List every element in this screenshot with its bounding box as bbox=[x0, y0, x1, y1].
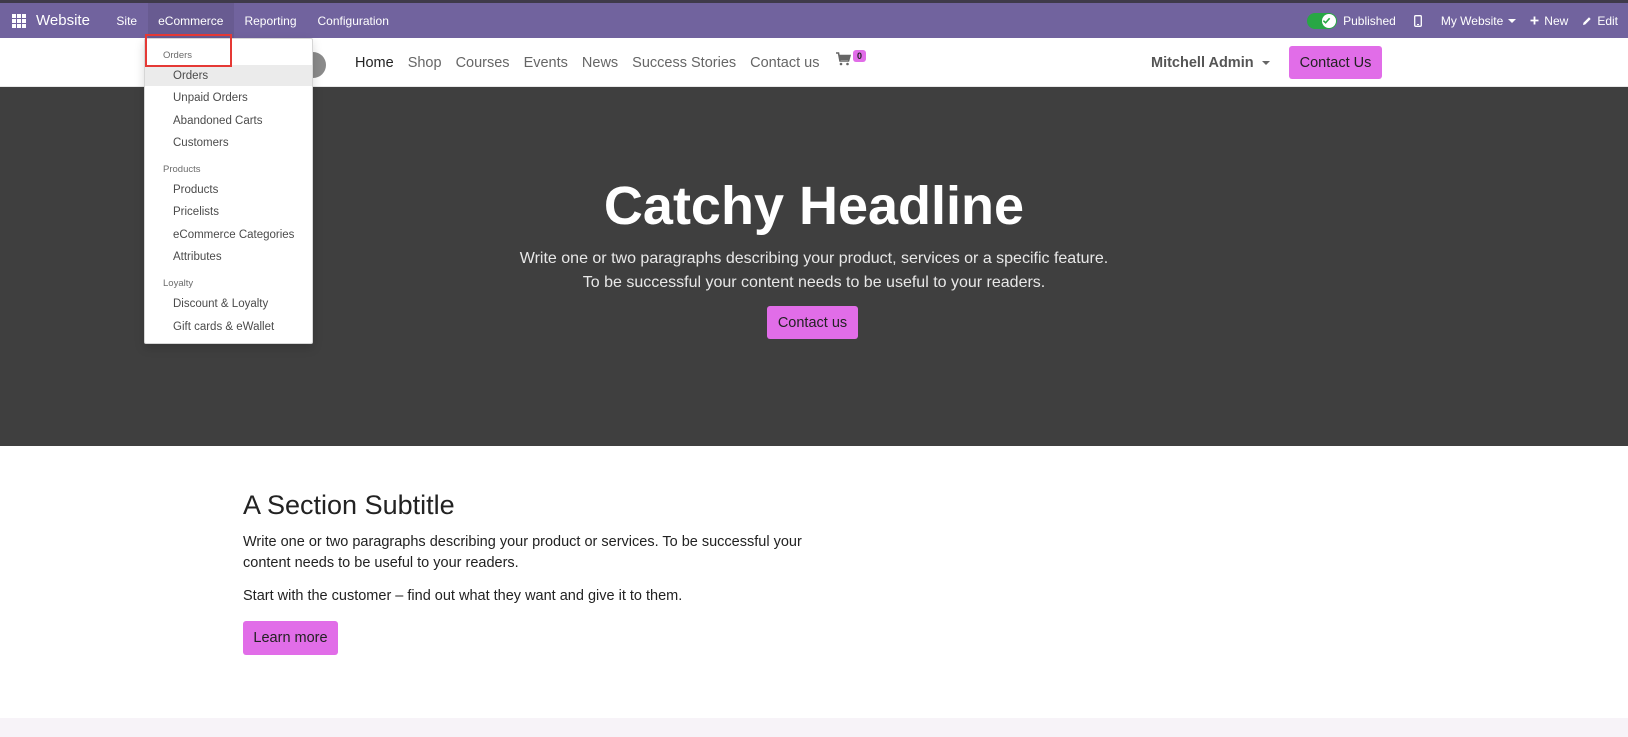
main-menu: Home Shop Courses Events News Success St… bbox=[355, 38, 833, 87]
new-button[interactable]: New bbox=[1530, 14, 1568, 28]
edit-label: Edit bbox=[1597, 13, 1618, 28]
dropdown-item-customers[interactable]: Customers bbox=[145, 132, 312, 153]
section-paragraph-2: Start with the customer – find out what … bbox=[243, 588, 683, 604]
hero-contact-us-button[interactable]: Contact us bbox=[767, 306, 858, 339]
edit-button[interactable]: Edit bbox=[1582, 14, 1618, 28]
published-label: Published bbox=[1343, 13, 1396, 28]
published-toggle[interactable]: Published bbox=[1307, 12, 1396, 29]
menu-site[interactable]: Site bbox=[106, 3, 148, 38]
dropdown-item-discount-loyalty[interactable]: Discount & Loyalty bbox=[145, 293, 312, 314]
new-label: New bbox=[1544, 13, 1569, 28]
section-subtitle: A Section Subtitle bbox=[243, 490, 455, 520]
nav-contact-us[interactable]: Contact us bbox=[750, 55, 819, 71]
caret-down-icon bbox=[1261, 60, 1270, 65]
dropdown-item-products[interactable]: Products bbox=[145, 179, 312, 200]
pencil-icon bbox=[1583, 16, 1592, 25]
dropdown-header-loyalty: Loyalty bbox=[163, 278, 194, 289]
mobile-icon bbox=[1413, 14, 1422, 27]
dropdown-item-ecommerce-categories[interactable]: eCommerce Categories bbox=[145, 224, 312, 245]
nav-events[interactable]: Events bbox=[524, 55, 568, 71]
content-section: A Section Subtitle Write one or two para… bbox=[0, 446, 1628, 718]
menu-ecommerce[interactable]: eCommerce bbox=[147, 3, 234, 38]
next-section-strip bbox=[0, 718, 1628, 737]
hero-line-1: Write one or two paragraphs describing y… bbox=[519, 250, 1109, 267]
cart-button[interactable]: 0 bbox=[836, 50, 867, 71]
nav-home[interactable]: Home bbox=[355, 55, 394, 71]
nav-shop[interactable]: Shop bbox=[408, 55, 442, 71]
apps-grid-icon[interactable] bbox=[12, 13, 26, 28]
menu-configuration[interactable]: Configuration bbox=[307, 3, 399, 38]
dropdown-item-orders[interactable]: Orders bbox=[145, 65, 312, 86]
check-icon bbox=[1322, 17, 1331, 24]
dropdown-item-gift-cards-ewallet[interactable]: Gift cards & eWallet bbox=[145, 316, 312, 337]
menu-reporting[interactable]: Reporting bbox=[234, 3, 307, 38]
website-switcher[interactable]: My Website bbox=[1440, 13, 1517, 28]
annotation-highlight-box bbox=[145, 34, 232, 67]
learn-more-button[interactable]: Learn more bbox=[243, 621, 338, 655]
plus-icon bbox=[1530, 16, 1539, 25]
section-paragraph-1: Write one or two paragraphs describing y… bbox=[243, 534, 802, 571]
dropdown-item-attributes[interactable]: Attributes bbox=[145, 246, 312, 267]
ecommerce-dropdown-menu: Orders Orders Unpaid Orders Abandoned Ca… bbox=[144, 38, 313, 344]
caret-down-icon bbox=[1508, 18, 1517, 23]
toggle-switch[interactable] bbox=[1307, 12, 1338, 29]
nav-courses[interactable]: Courses bbox=[456, 55, 510, 71]
dropdown-item-unpaid-orders[interactable]: Unpaid Orders bbox=[145, 87, 312, 108]
nav-success-stories[interactable]: Success Stories bbox=[632, 55, 736, 71]
dropdown-item-abandoned-carts[interactable]: Abandoned Carts bbox=[145, 110, 312, 131]
user-menu[interactable]: Mitchell Admin bbox=[1151, 38, 1270, 87]
app-brand[interactable]: Website bbox=[36, 12, 90, 29]
cart-count-badge: 0 bbox=[853, 50, 867, 62]
odoo-top-bar: Website Site eCommerce Reporting Configu… bbox=[0, 0, 1628, 38]
dropdown-header-products: Products bbox=[163, 164, 201, 175]
hero-line-2: To be successful your content needs to b… bbox=[582, 274, 1046, 291]
user-name: Mitchell Admin bbox=[1151, 54, 1254, 71]
website-switcher-label: My Website bbox=[1440, 13, 1504, 28]
shopping-cart-icon bbox=[836, 52, 852, 66]
nav-news[interactable]: News bbox=[582, 55, 618, 71]
dropdown-item-pricelists[interactable]: Pricelists bbox=[145, 201, 312, 222]
mobile-preview-button[interactable] bbox=[1413, 14, 1427, 27]
header-contact-us-button[interactable]: Contact Us bbox=[1289, 46, 1382, 79]
